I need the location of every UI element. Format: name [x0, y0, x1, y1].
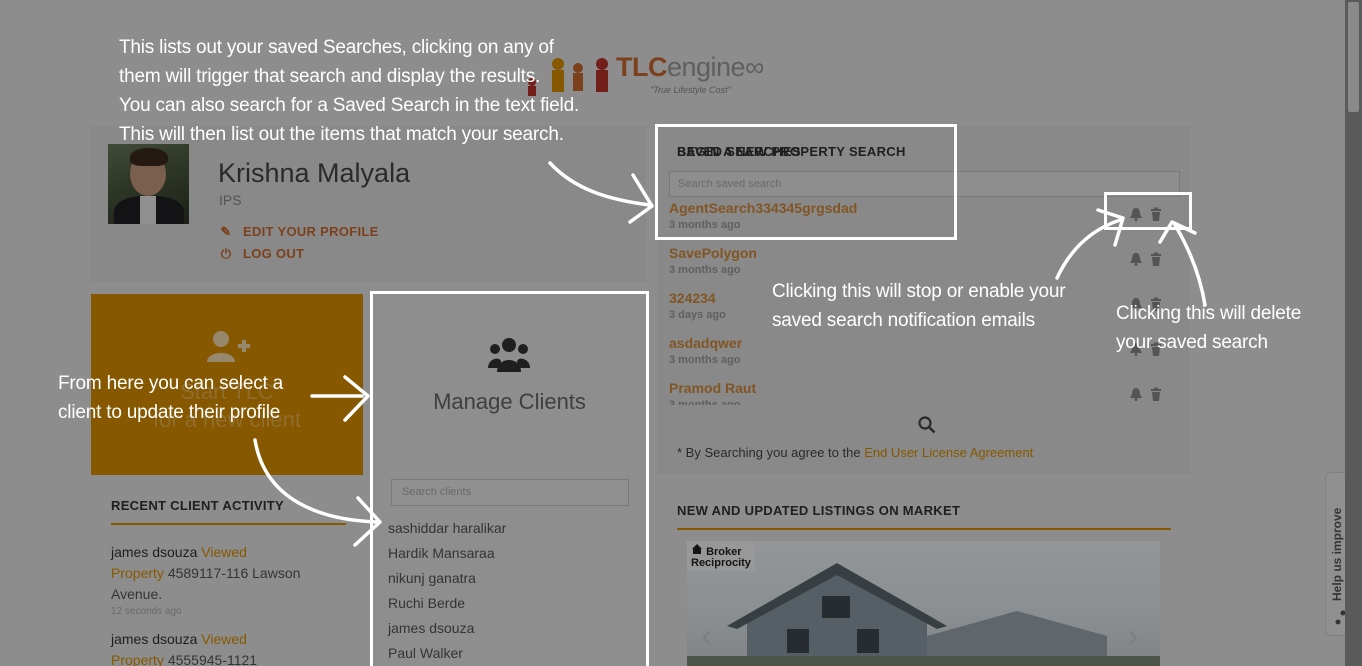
delete-search-note: Clicking this will delete your saved sea… — [1116, 303, 1302, 353]
listings-title: NEW AND UPDATED LISTINGS ON MARKET — [677, 503, 961, 518]
activity-item: james dsouza Viewed Property 4589117-116… — [111, 542, 341, 619]
activity-client-link[interactable]: james dsouza — [111, 544, 197, 560]
divider — [677, 528, 1171, 530]
avatar — [108, 144, 189, 224]
pencil-icon: ✎ — [220, 224, 232, 239]
activity-property-link[interactable]: Property — [111, 565, 164, 581]
saved-search-item[interactable]: Pramod Raut 3 months ago — [669, 379, 1169, 405]
manage-clients-note: From here you can select a client to upd… — [58, 373, 284, 423]
recent-activity-title: RECENT CLIENT ACTIVITY — [111, 498, 284, 513]
listings-panel: NEW AND UPDATED LISTINGS ON MARKET Broke… — [657, 484, 1190, 666]
divider — [111, 523, 346, 525]
house-icon — [692, 544, 702, 554]
bell-icon[interactable] — [1129, 387, 1143, 401]
profile-panel: Krishna Malyala IPS ✎ EDIT YOUR PROFILE ⏻… — [91, 126, 646, 282]
highlight-saved-searches — [655, 124, 957, 240]
profile-name: Krishna Malyala — [218, 158, 411, 188]
trash-icon[interactable] — [1149, 387, 1163, 401]
search-icon[interactable] — [918, 416, 936, 434]
trash-icon[interactable] — [1149, 252, 1163, 266]
recent-activity-panel: RECENT CLIENT ACTIVITY james dsouza View… — [91, 484, 363, 666]
logo-tagline: "True Lifestyle Cost" — [650, 85, 731, 95]
saved-searches-note: This lists out your saved Searches, clic… — [119, 37, 580, 145]
saved-search-item[interactable]: asdadqwer 3 months ago — [669, 334, 1169, 374]
scrollbar[interactable] — [1345, 0, 1362, 666]
highlight-manage-clients — [370, 291, 649, 666]
logout-link[interactable]: ⏻ LOG OUT — [219, 246, 304, 262]
add-user-icon — [207, 331, 250, 362]
activity-client-link[interactable]: james dsouza — [111, 631, 197, 647]
house-photo — [687, 563, 1160, 666]
highlight-action-icons — [1104, 192, 1192, 230]
logo-wordmark: TLCengine∞ — [616, 52, 764, 82]
listing-carousel-image[interactable]: Broker Reciprocity ‹ › — [687, 541, 1160, 666]
broker-reciprocity-logo: Broker Reciprocity — [687, 541, 755, 571]
carousel-prev-button[interactable]: ‹ — [701, 617, 712, 656]
profile-role: IPS — [219, 192, 242, 208]
carousel-next-button[interactable]: › — [1127, 617, 1138, 656]
activity-item: james dsouza Viewed Property 4555945-112… — [111, 631, 258, 666]
scrollbar-thumb[interactable] — [1348, 2, 1359, 112]
edit-profile-link[interactable]: ✎ EDIT YOUR PROFILE — [219, 224, 379, 240]
notification-toggle-note: Clicking this will stop or enable your s… — [772, 281, 1066, 331]
power-icon: ⏻ — [220, 246, 232, 261]
activity-time: 12 seconds ago — [111, 606, 182, 617]
license-notice: * By Searching you agree to the End User… — [677, 445, 1034, 460]
eula-link[interactable]: End User License Agreement — [864, 445, 1033, 460]
bell-icon[interactable] — [1129, 252, 1143, 266]
activity-property-link[interactable]: Property — [111, 652, 164, 666]
